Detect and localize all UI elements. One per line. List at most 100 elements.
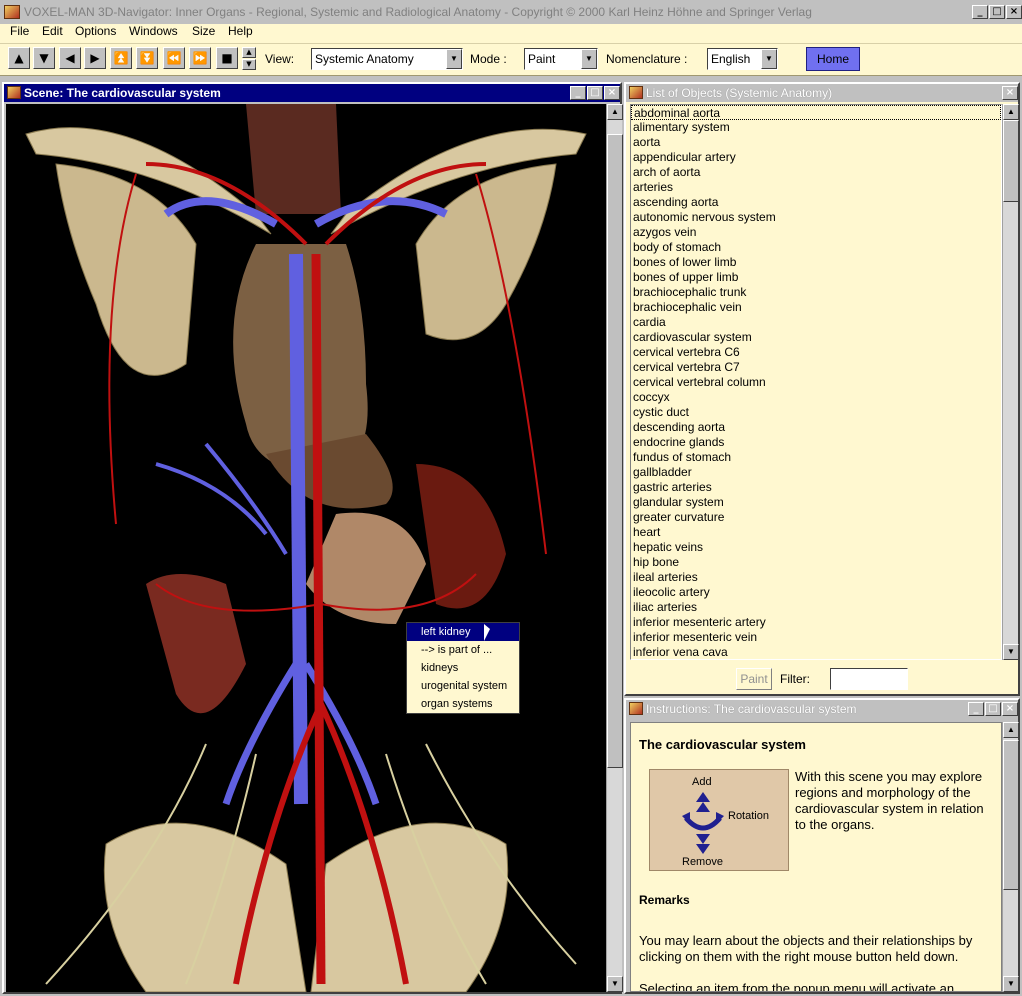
chevron-down-icon[interactable]: ▼ <box>446 49 462 69</box>
chevron-down-icon[interactable]: ▼ <box>761 49 777 69</box>
scroll-up-icon[interactable]: ▲ <box>1003 722 1019 738</box>
list-item[interactable]: alimentary system <box>631 120 1001 135</box>
rotate-up-button[interactable]: ▲ <box>8 47 30 69</box>
list-item[interactable]: inferior mesenteric vein <box>631 630 1001 645</box>
list-item[interactable]: gastric arteries <box>631 480 1001 495</box>
rotate-left-button[interactable]: ◀ <box>59 47 81 69</box>
scroll-thumb[interactable] <box>607 134 623 768</box>
minimize-icon[interactable]: _ <box>968 702 984 716</box>
list-item[interactable]: glandular system <box>631 495 1001 510</box>
scene-titlebar[interactable]: Scene: The cardiovascular system _ □ × <box>4 84 620 102</box>
step-down-icon[interactable]: ▼ <box>242 59 256 70</box>
list-item[interactable]: ascending aorta <box>631 195 1001 210</box>
fast-up-button[interactable]: ⏫ <box>110 47 132 69</box>
list-item[interactable]: descending aorta <box>631 420 1001 435</box>
scene-scrollbar[interactable]: ▲ ▼ <box>606 104 623 992</box>
list-item[interactable]: body of stomach <box>631 240 1001 255</box>
list-item[interactable]: ileal arteries <box>631 570 1001 585</box>
context-menu-item-urogenital-system[interactable]: urogenital system <box>407 677 519 695</box>
menu-help[interactable]: Help <box>228 24 253 38</box>
mode-select[interactable]: Paint ▼ <box>524 48 598 70</box>
context-menu-item-kidneys[interactable]: kidneys <box>407 659 519 677</box>
minimize-icon[interactable]: _ <box>570 86 586 100</box>
list-item[interactable]: cervical vertebral column <box>631 375 1001 390</box>
toolbar: ▲ ▼ ◀ ▶ ⏫ ⏬ ⏪ ⏩ ■ ▲ ▼ View: Systemic Ana… <box>0 44 1022 76</box>
list-item[interactable]: cardia <box>631 315 1001 330</box>
instructions-intro: With this scene you may explore regions … <box>795 769 984 832</box>
list-item[interactable]: appendicular artery <box>631 150 1001 165</box>
scroll-down-icon[interactable]: ▼ <box>1003 976 1019 992</box>
menu-windows[interactable]: Windows <box>129 24 178 38</box>
list-item[interactable]: inferior mesenteric artery <box>631 615 1001 630</box>
view-select[interactable]: Systemic Anatomy ▼ <box>311 48 463 70</box>
objects-scrollbar[interactable]: ▲ ▼ <box>1002 104 1019 660</box>
chevron-down-icon[interactable]: ▼ <box>581 49 597 69</box>
scroll-down-icon[interactable]: ▼ <box>1003 644 1019 660</box>
close-icon[interactable]: × <box>1002 86 1018 100</box>
close-icon[interactable]: × <box>604 86 620 100</box>
list-item[interactable]: arteries <box>631 180 1001 195</box>
list-item[interactable]: cervical vertebra C6 <box>631 345 1001 360</box>
list-item[interactable]: coccyx <box>631 390 1001 405</box>
menu-options[interactable]: Options <box>75 24 116 38</box>
rotation-legend: Add Rotation Remove <box>649 769 789 871</box>
nomenclature-select[interactable]: English ▼ <box>707 48 778 70</box>
window-titlebar[interactable]: VOXEL-MAN 3D-Navigator: Inner Organs - R… <box>0 0 1022 24</box>
rotate-right-button[interactable]: ▶ <box>84 47 106 69</box>
stop-button[interactable]: ■ <box>216 47 238 69</box>
list-item[interactable]: hepatic veins <box>631 540 1001 555</box>
close-icon[interactable]: × <box>1006 5 1022 19</box>
list-item[interactable]: cystic duct <box>631 405 1001 420</box>
minimize-icon[interactable]: _ <box>972 5 988 19</box>
list-item[interactable]: abdominal aorta <box>631 105 1001 120</box>
anatomy-3d-view[interactable]: left kidney --> is part of ... kidneys u… <box>6 104 606 992</box>
menu-edit[interactable]: Edit <box>42 24 63 38</box>
list-item[interactable]: autonomic nervous system <box>631 210 1001 225</box>
list-item[interactable]: cervical vertebra C7 <box>631 360 1001 375</box>
menu-size[interactable]: Size <box>192 24 215 38</box>
context-menu-item-organ-systems[interactable]: organ systems <box>407 695 519 713</box>
scroll-thumb[interactable] <box>1003 740 1019 890</box>
list-item[interactable]: inferior vena cava <box>631 645 1001 659</box>
list-item[interactable]: gallbladder <box>631 465 1001 480</box>
objects-titlebar[interactable]: List of Objects (Systemic Anatomy) × <box>626 84 1018 102</box>
list-item[interactable]: ileocolic artery <box>631 585 1001 600</box>
fast-left-button[interactable]: ⏪ <box>163 47 185 69</box>
instructions-scrollbar[interactable]: ▲ ▼ <box>1002 722 1019 992</box>
list-item[interactable]: aorta <box>631 135 1001 150</box>
close-icon[interactable]: × <box>1002 702 1018 716</box>
fast-right-button[interactable]: ⏩ <box>189 47 211 69</box>
menu-file[interactable]: File <box>10 24 29 38</box>
instructions-titlebar[interactable]: Instructions: The cardiovascular system … <box>626 700 1018 718</box>
scroll-up-icon[interactable]: ▲ <box>1003 104 1019 120</box>
list-item[interactable]: brachiocephalic vein <box>631 300 1001 315</box>
list-item[interactable]: bones of lower limb <box>631 255 1001 270</box>
maximize-icon[interactable]: □ <box>587 86 603 100</box>
context-menu-item-is-part-of[interactable]: --> is part of ... <box>407 641 519 659</box>
scroll-thumb[interactable] <box>1003 120 1019 202</box>
objects-list[interactable]: abdominal aorta alimentary system aorta … <box>630 104 1002 660</box>
list-item[interactable]: hip bone <box>631 555 1001 570</box>
rotate-down-button[interactable]: ▼ <box>33 47 55 69</box>
scroll-up-icon[interactable]: ▲ <box>607 104 623 120</box>
list-item[interactable]: fundus of stomach <box>631 450 1001 465</box>
scene-title: Scene: The cardiovascular system <box>24 86 221 100</box>
paint-button[interactable]: Paint <box>736 668 772 690</box>
list-item[interactable]: iliac arteries <box>631 600 1001 615</box>
home-button[interactable]: Home <box>806 47 860 71</box>
fast-down-button[interactable]: ⏬ <box>136 47 158 69</box>
list-item[interactable]: endocrine glands <box>631 435 1001 450</box>
maximize-icon[interactable]: □ <box>985 702 1001 716</box>
list-item[interactable]: brachiocephalic trunk <box>631 285 1001 300</box>
list-item[interactable]: bones of upper limb <box>631 270 1001 285</box>
maximize-icon[interactable]: □ <box>989 5 1005 19</box>
list-item[interactable]: cardiovascular system <box>631 330 1001 345</box>
list-item[interactable]: arch of aorta <box>631 165 1001 180</box>
scroll-down-icon[interactable]: ▼ <box>607 976 623 992</box>
step-up-icon[interactable]: ▲ <box>242 47 256 58</box>
list-item[interactable]: azygos vein <box>631 225 1001 240</box>
list-item[interactable]: greater curvature <box>631 510 1001 525</box>
list-item[interactable]: heart <box>631 525 1001 540</box>
context-menu-item-left-kidney[interactable]: left kidney <box>407 623 519 641</box>
filter-input[interactable] <box>830 668 908 690</box>
